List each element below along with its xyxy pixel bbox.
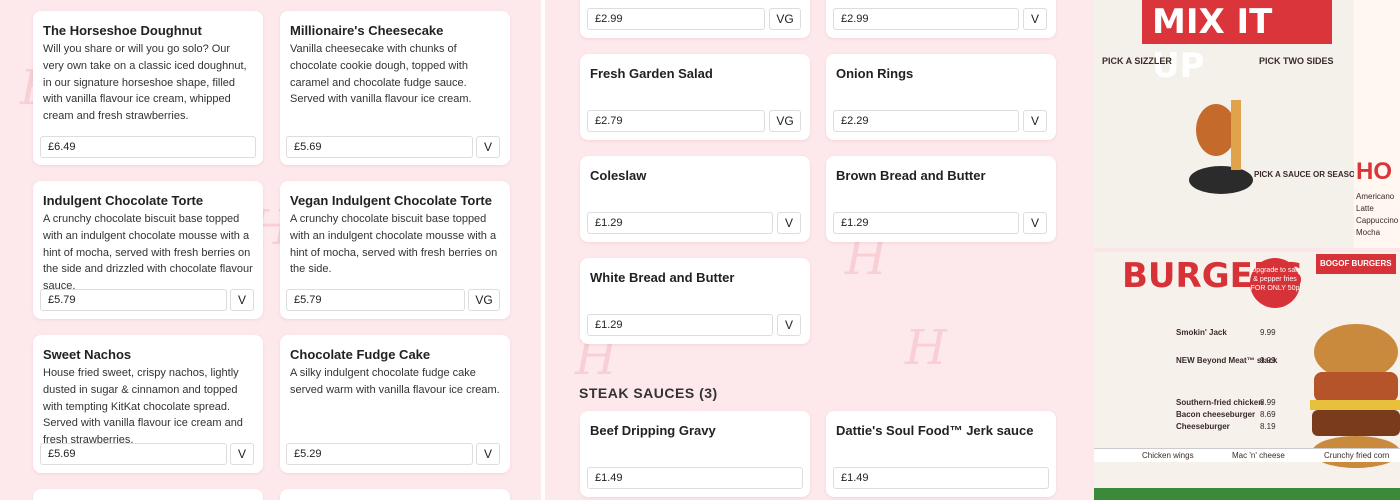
item-title: Fresh Garden Salad — [590, 66, 713, 81]
item-price: £1.29 — [587, 212, 773, 234]
menu-item-card[interactable]: £2.99 V — [826, 0, 1056, 38]
menu-item-card[interactable]: Chocolate Fudge Cake A silky indulgent c… — [280, 335, 510, 473]
menu-line: Cappuccino — [1356, 216, 1399, 225]
menu-line: Chicken wings — [1142, 451, 1194, 460]
menu-line: Americano — [1356, 192, 1395, 201]
item-title: Dattie's Soul Food™ Jerk sauce — [836, 423, 1034, 438]
menu-price: 9.99 — [1260, 356, 1276, 365]
menu-item-card[interactable]: £2.99 VG — [580, 0, 810, 38]
item-price: £2.79 — [587, 110, 765, 132]
item-price: £5.79 — [40, 289, 227, 311]
item-price: £6.49 — [40, 136, 256, 158]
sides-panel: H H H £2.99 VG £2.99 V Fresh Garden Sala… — [545, 0, 1094, 500]
menu-item-card[interactable] — [33, 489, 263, 500]
menu-price: 9.99 — [1260, 328, 1276, 337]
item-description: A crunchy chocolate biscuit base topped … — [43, 213, 253, 293]
menu-photos-panel: MIX IT UP PICK A SIZZLER PICK TWO SIDES … — [1094, 0, 1400, 500]
menu-item-card[interactable]: Beef Dripping Gravy £1.49 — [580, 411, 810, 497]
diet-tag: V — [476, 443, 500, 465]
hot-drinks-heading: HO — [1356, 158, 1392, 185]
diet-tag: V — [1023, 8, 1047, 30]
bogof-banner: BOGOF BURGERS — [1316, 254, 1396, 274]
item-description: Vanilla cheesecake with chunks of chocol… — [290, 43, 472, 106]
item-title: Indulgent Chocolate Torte — [43, 193, 204, 208]
sides-strip: Chicken wings Mac 'n' cheese Crunchy fri… — [1094, 448, 1400, 462]
diet-tag: V — [777, 212, 801, 234]
menu-item-card[interactable]: Onion Rings £2.29 V — [826, 54, 1056, 140]
item-price: £2.99 — [833, 8, 1019, 30]
menu-price: 8.99 — [1260, 398, 1276, 407]
menu-line: Bacon cheeseburger — [1176, 410, 1256, 419]
item-price: £1.29 — [587, 314, 773, 336]
diet-tag: VG — [769, 8, 801, 30]
item-title: White Bread and Butter — [590, 270, 735, 285]
item-title: Chocolate Fudge Cake — [290, 347, 431, 362]
menu-line: PICK TWO SIDES — [1259, 56, 1334, 66]
specials-strip — [1094, 488, 1400, 500]
burgers-menu-photo[interactable]: BURGERS Upgrade to salt & pepper fries F… — [1094, 252, 1400, 500]
item-title: Coleslaw — [590, 168, 647, 183]
menu-line: Crunchy fried corn — [1324, 451, 1390, 460]
menu-item-card[interactable]: Dattie's Soul Food™ Jerk sauce £1.49 — [826, 411, 1056, 497]
item-price: £5.29 — [286, 443, 473, 465]
menu-item-card[interactable]: White Bread and Butter £1.29 V — [580, 258, 810, 344]
item-price: £5.69 — [40, 443, 227, 465]
hot-drinks-board: HO Americano Latte Cappuccino Mocha — [1354, 0, 1400, 248]
menu-price: 8.19 — [1260, 422, 1276, 431]
menu-line: PICK A SIZZLER — [1102, 56, 1172, 66]
menu-item-card[interactable]: Fresh Garden Salad £2.79 VG — [580, 54, 810, 140]
item-price: £2.29 — [833, 110, 1019, 132]
menu-item-card[interactable]: Brown Bread and Butter £1.29 V — [826, 156, 1056, 242]
menu-line: Cheeseburger — [1176, 422, 1230, 431]
diet-tag: V — [1023, 212, 1047, 234]
menu-item-card[interactable] — [280, 489, 510, 500]
section-heading-steak-sauces: STEAK SAUCES (3) — [579, 385, 718, 401]
menu-line: Mocha — [1356, 228, 1381, 237]
diet-tag: V — [1023, 110, 1047, 132]
item-title: The Horseshoe Doughnut — [43, 23, 202, 38]
menu-item-card[interactable]: Indulgent Chocolate Torte A crunchy choc… — [33, 181, 263, 319]
item-title: Millionaire's Cheesecake — [290, 23, 444, 38]
item-title: Sweet Nachos — [43, 347, 132, 362]
item-title: Vegan Indulgent Chocolate Torte — [290, 193, 492, 208]
item-price: £1.49 — [587, 467, 803, 489]
upgrade-badge: Upgrade to salt & pepper fries FOR ONLY … — [1250, 258, 1300, 308]
item-price: £1.49 — [833, 467, 1049, 489]
diet-tag: V — [230, 443, 254, 465]
menu-item-card[interactable]: Vegan Indulgent Chocolate Torte A crunch… — [280, 181, 510, 319]
menu-line: Southern-fried chicken — [1176, 398, 1264, 407]
item-price: £5.69 — [286, 136, 473, 158]
mix-it-up-menu-photo[interactable]: MIX IT UP PICK A SIZZLER PICK TWO SIDES … — [1094, 0, 1400, 248]
item-description: Will you share or will you go solo? Our … — [43, 43, 247, 123]
item-price: £2.99 — [587, 8, 765, 30]
item-title: Beef Dripping Gravy — [590, 423, 716, 438]
item-description: A silky indulgent chocolate fudge cake s… — [290, 367, 500, 396]
diet-tag: VG — [468, 289, 500, 311]
item-description: A crunchy chocolate biscuit base topped … — [290, 213, 498, 276]
desserts-panel: H H H The Horseshoe Doughnut Will you sh… — [0, 0, 545, 500]
menu-item-card[interactable]: Millionaire's Cheesecake Vanilla cheesec… — [280, 11, 510, 165]
menu-line: Latte — [1356, 204, 1374, 213]
diet-tag: V — [476, 136, 500, 158]
menu-line: Mac 'n' cheese — [1232, 451, 1285, 460]
menu-item-card[interactable]: Coleslaw £1.29 V — [580, 156, 810, 242]
menu-line: Smokin' Jack — [1176, 328, 1227, 337]
background-h-icon: H — [905, 320, 947, 376]
diet-tag: V — [230, 289, 254, 311]
item-price: £1.29 — [833, 212, 1019, 234]
item-description: House fried sweet, crispy nachos, lightl… — [43, 367, 243, 447]
diet-tag: V — [777, 314, 801, 336]
diet-tag: VG — [769, 110, 801, 132]
item-price: £5.79 — [286, 289, 465, 311]
menu-price: 8.69 — [1260, 410, 1276, 419]
menu-item-card[interactable]: Sweet Nachos House fried sweet, crispy n… — [33, 335, 263, 473]
menu-item-card[interactable]: The Horseshoe Doughnut Will you share or… — [33, 11, 263, 165]
item-title: Onion Rings — [836, 66, 914, 81]
sizzler-food-icon — [1189, 100, 1253, 194]
mix-it-up-title: MIX IT UP — [1142, 0, 1332, 86]
item-title: Brown Bread and Butter — [836, 168, 986, 183]
